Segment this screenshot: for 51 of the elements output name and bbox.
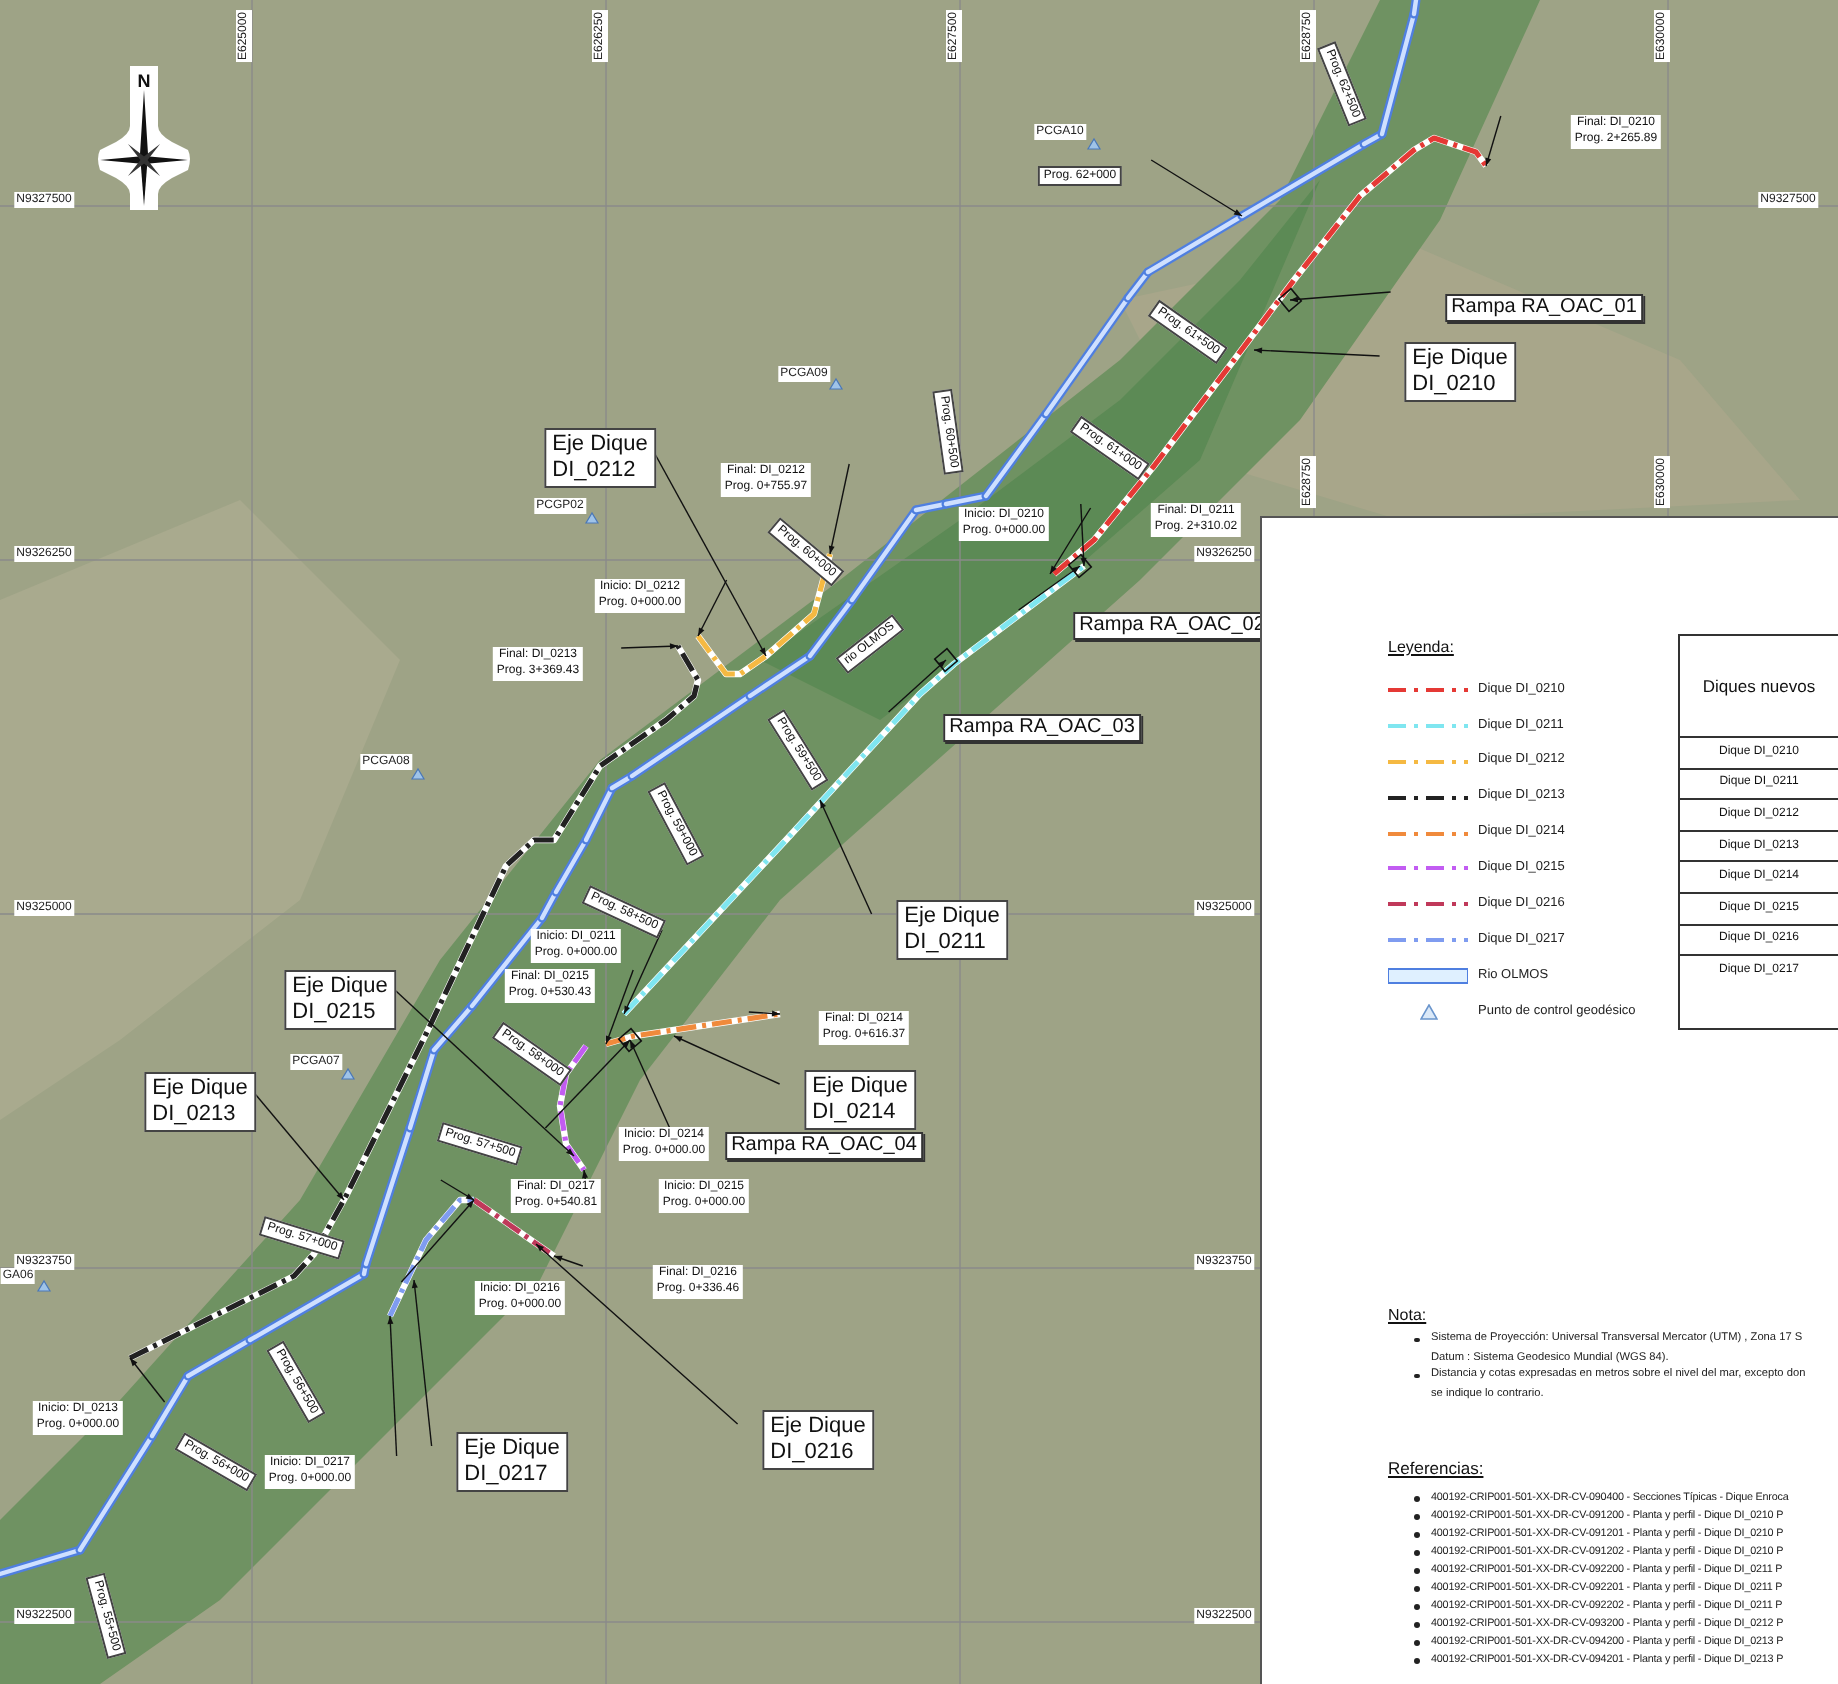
ramp-label: Rampa RA_OAC_03	[943, 714, 1141, 742]
triangle-marker-icon	[410, 767, 426, 780]
dike-name-label: Eje Dique DI_0216	[762, 1410, 874, 1470]
ramp-marker-icon	[1067, 553, 1093, 579]
triangle-marker-icon	[584, 511, 600, 524]
ramp-marker-icon	[933, 647, 959, 673]
ramp-marker-icon	[617, 1027, 643, 1053]
leader-line	[129, 1357, 166, 1403]
bullet-icon	[1414, 1532, 1419, 1538]
dike-name-label: Eje Dique DI_0210	[1404, 342, 1516, 402]
notes-title: Nota:	[1388, 1305, 1429, 1326]
ramp-label: Rampa RA_OAC_01	[1445, 294, 1643, 322]
dike-name-label: Eje Dique DI_0217	[456, 1432, 568, 1492]
leader-line	[623, 929, 663, 1015]
ramp-label: Rampa RA_OAC_04	[725, 1132, 923, 1160]
triangle-marker-icon	[1419, 1003, 1437, 1020]
dike-name-label: Eje Dique DI_0214	[804, 1070, 916, 1130]
dike-name-label: Eje Dique DI_0212	[544, 428, 656, 488]
leader-line	[748, 1010, 781, 1017]
bullet-icon	[1414, 1622, 1419, 1628]
leader-line	[387, 1315, 398, 1457]
legend-title: Leyenda:	[1388, 638, 1456, 658]
dike-name-label: Eje Dique DI_0213	[144, 1072, 256, 1132]
bullet-icon	[1414, 1514, 1419, 1520]
bullet-icon	[1414, 1658, 1419, 1664]
dike-name-label: Eje Dique DI_0215	[284, 970, 396, 1030]
north-arrow-icon	[92, 66, 196, 210]
references-title: Referencias:	[1388, 1457, 1486, 1478]
bullet-icon	[1414, 1640, 1419, 1646]
triangle-marker-icon	[1086, 137, 1102, 150]
triangle-marker-icon	[340, 1067, 356, 1080]
north-label: N	[137, 73, 151, 91]
bullet-icon	[1414, 1550, 1419, 1556]
bullet-icon	[1414, 1568, 1419, 1574]
leader-line	[1150, 159, 1243, 217]
river-sample-icon	[1388, 968, 1468, 985]
bullet-icon	[1414, 1586, 1419, 1592]
ramp-marker-icon	[1277, 287, 1303, 313]
leader-line	[1253, 347, 1381, 357]
leader-line	[819, 799, 873, 915]
triangle-marker-icon	[36, 1279, 52, 1292]
table-header: Diques nuevos	[1700, 673, 1818, 700]
leader-line	[1289, 291, 1392, 303]
dike-name-label: Eje Dique DI_0211	[896, 900, 1008, 960]
bullet-icon	[1414, 1496, 1419, 1502]
bullet-icon	[1414, 1373, 1419, 1379]
bullet-icon	[1414, 1604, 1419, 1610]
leader-line	[1485, 115, 1502, 167]
triangle-marker-icon	[828, 377, 844, 390]
bullet-icon	[1414, 1337, 1419, 1343]
leader-line	[887, 659, 947, 713]
